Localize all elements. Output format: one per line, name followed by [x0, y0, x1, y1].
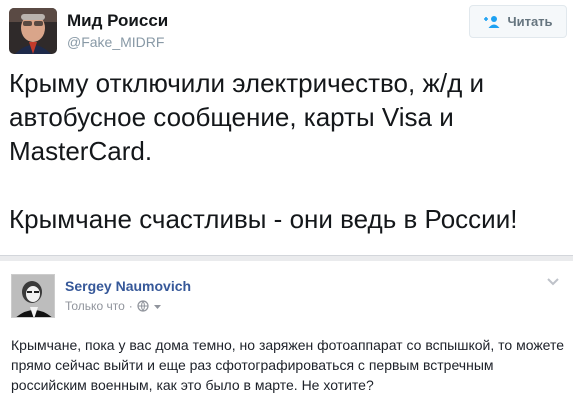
globe-icon[interactable] — [137, 300, 149, 312]
post-author-avatar[interactable] — [11, 274, 55, 318]
follow-button[interactable]: Читать — [469, 5, 567, 38]
facebook-post-card: Sergey Naumovich Только что · Крымчане, … — [0, 261, 573, 408]
tweet-text-paragraph: Крымчане счастливы - они ведь в России! — [9, 204, 518, 234]
tweet-author-name[interactable]: Мид Роисси — [67, 11, 168, 31]
chevron-down-icon[interactable] — [546, 277, 560, 287]
post-meta: Только что · — [65, 299, 162, 313]
follow-button-label: Читать — [507, 14, 553, 29]
profile-photo-icon — [12, 275, 54, 317]
tweet-card: Мид Роисси @Fake_MIDRF Читать Крыму откл… — [0, 0, 573, 254]
meta-separator: · — [128, 299, 133, 313]
post-author-name[interactable]: Sergey Naumovich — [65, 278, 191, 294]
tweet-author-avatar[interactable] — [9, 8, 57, 54]
add-user-icon — [484, 15, 500, 28]
profile-photo-icon — [9, 8, 57, 54]
post-text: Крымчане, пока у вас дома темно, но заря… — [11, 337, 565, 393]
tweet-text: Крыму отключили электричество, ж/д и авт… — [9, 66, 569, 236]
post-timestamp[interactable]: Только что — [65, 299, 125, 313]
tweet-text-paragraph: Крыму отключили электричество, ж/д и авт… — [9, 68, 484, 166]
tweet-author-handle[interactable]: @Fake_MIDRF — [67, 34, 164, 50]
audience-caret-icon[interactable] — [153, 302, 162, 311]
